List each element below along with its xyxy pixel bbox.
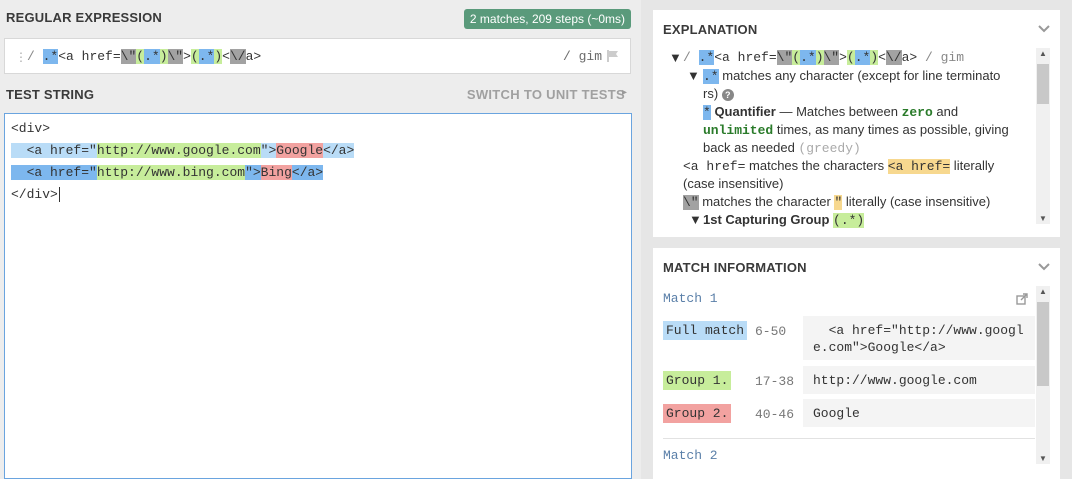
full-match-label: Full match xyxy=(663,321,748,340)
caret-right-icon: ▸ xyxy=(621,87,627,98)
match-information-title: MATCH INFORMATION xyxy=(663,260,807,275)
any-char-explanation: .* matches any character (except for lin… xyxy=(703,68,1001,84)
literal-explanation: <a href= matches the characters <a href=… xyxy=(683,158,995,174)
match-1-label: Match 1 xyxy=(663,291,718,306)
test-line: <div> xyxy=(11,121,51,136)
scroll-down-icon[interactable]: ▼ xyxy=(1039,454,1047,463)
left-pane: REGULAR EXPRESSION 2 matches, 209 steps … xyxy=(0,0,641,479)
chevron-down-icon[interactable] xyxy=(1038,260,1050,272)
literal-explanation-cont: (case insensitive) xyxy=(683,176,784,191)
quantifier-explanation: * Quantifier — Matches between zero and xyxy=(703,104,959,120)
full-match-value: <a href="http://www.googl e.com">Google<… xyxy=(803,316,1035,360)
scroll-up-icon[interactable]: ▲ xyxy=(1039,49,1047,58)
quantifier-explanation-cont: unlimited times, as many times as possib… xyxy=(703,122,1009,138)
tree-toggle-icon[interactable]: ▼ xyxy=(669,49,682,67)
group-1-value: http://www.google.com xyxy=(803,366,1035,394)
flag-icon[interactable] xyxy=(606,49,620,63)
switch-unit-tests-link[interactable]: SWITCH TO UNIT TESTS xyxy=(467,87,625,102)
group-2-label: Group 2. xyxy=(663,404,732,423)
regex-pattern[interactable]: / .*<a href=\"(.*)\">(.*)<\/a> xyxy=(27,49,261,64)
divider xyxy=(663,438,1035,439)
group1-explanation: 1st Capturing Group (.*) xyxy=(703,212,865,228)
test-line: <a href="http://www.google.com">Google</… xyxy=(11,143,355,158)
right-pane: EXPLANATION ▼ / .*<a href=\"(.*)\">(.*)<… xyxy=(641,0,1072,479)
explanation-root: / .*<a href=\"(.*)\">(.*)<\/a> / gim xyxy=(683,50,965,65)
match-count-badge: 2 matches, 209 steps (~0ms) xyxy=(463,9,631,29)
drag-handle-icon[interactable]: ⋮ xyxy=(15,50,27,64)
explanation-panel: EXPLANATION ▼ / .*<a href=\"(.*)\">(.*)<… xyxy=(653,10,1060,237)
scrollbar-thumb[interactable] xyxy=(1037,64,1049,104)
regex-flags[interactable]: / gim xyxy=(563,49,602,64)
explanation-title: EXPLANATION xyxy=(663,22,758,37)
chevron-down-icon[interactable] xyxy=(1038,22,1050,34)
scrollbar-thumb[interactable] xyxy=(1037,302,1049,386)
scroll-down-icon[interactable]: ▼ xyxy=(1039,214,1047,223)
full-match-range: 6-50 xyxy=(755,324,787,339)
group-1-label: Group 1. xyxy=(663,371,732,390)
match-scrollbar[interactable]: ▲ ▼ xyxy=(1036,286,1050,464)
test-line: </div> xyxy=(11,187,60,202)
text-cursor xyxy=(58,187,60,202)
tree-toggle-icon[interactable]: ▼ xyxy=(689,211,702,229)
match-information-panel: MATCH INFORMATION Match 1 Full match 6-5… xyxy=(653,248,1060,479)
regex-section-title: REGULAR EXPRESSION xyxy=(6,10,163,25)
quantifier-explanation-cont: back as needed (greedy) xyxy=(703,140,861,156)
regex-input[interactable]: ⋮ / .*<a href=\"(.*)\">(.*)<\/a> / gim xyxy=(4,38,631,74)
export-icon[interactable] xyxy=(1016,292,1029,305)
group-2-value: Google xyxy=(803,399,1035,427)
scroll-up-icon[interactable]: ▲ xyxy=(1039,287,1047,296)
group-2-range: 40-46 xyxy=(755,407,795,422)
test-string-editor[interactable]: <div> <a href="http://www.google.com">Go… xyxy=(4,113,632,479)
tree-toggle-icon[interactable]: ▼ xyxy=(687,67,700,85)
help-icon[interactable]: ? xyxy=(721,89,734,101)
quote-explanation: \" matches the character " literally (ca… xyxy=(683,194,991,210)
test-line: <a href="http://www.bing.com">Bing</a> xyxy=(11,165,324,180)
any-char-explanation-cont: rs) ? xyxy=(703,85,734,103)
test-string-title: TEST STRING xyxy=(6,87,95,102)
match-2-label: Match 2 xyxy=(663,448,718,463)
group-1-range: 17-38 xyxy=(755,374,795,389)
explanation-scrollbar[interactable]: ▲ ▼ xyxy=(1036,48,1050,224)
